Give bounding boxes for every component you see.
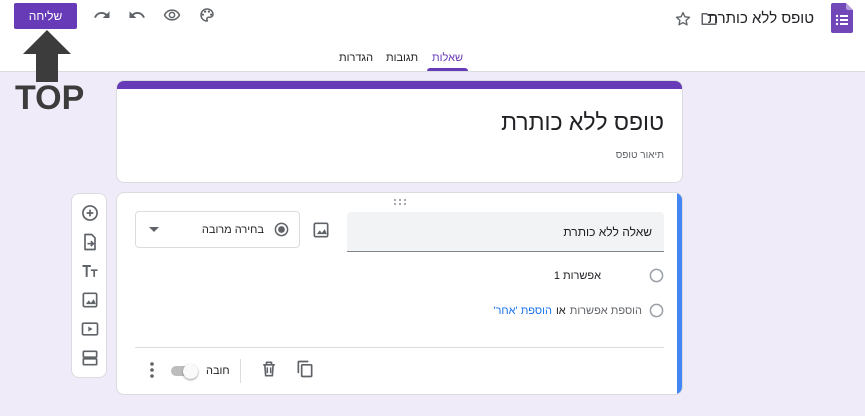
forms-logo-icon[interactable] [831, 3, 853, 33]
drag-handle-icon[interactable] [393, 198, 407, 206]
form-title[interactable]: טופס ללא כותרת [501, 109, 664, 136]
preview-eye-icon[interactable] [162, 5, 182, 25]
question-title-text: שאלה ללא כותרת [563, 225, 652, 239]
app-title[interactable]: טופס ללא כותרת [708, 10, 814, 27]
question-card[interactable]: שאלה ללא כותרת בחירה מרובה אפשרות 1 הוספ… [116, 192, 683, 395]
add-image-icon[interactable] [80, 290, 100, 310]
question-footer-divider [135, 347, 664, 348]
tab-settings[interactable]: הגדרות [339, 52, 373, 64]
redo-icon[interactable] [92, 5, 112, 25]
question-side-toolbar [71, 193, 107, 378]
tab-questions[interactable]: שאלות [432, 52, 463, 64]
arrow-up-icon [23, 30, 71, 82]
option-radio-icon [649, 268, 664, 283]
palette-icon[interactable] [197, 5, 217, 25]
add-other-link[interactable]: הוספת 'אחר' [493, 305, 552, 317]
question-type-label: בחירה מרובה [201, 224, 264, 236]
add-option-row: הוספת אפשרות אוהוספת 'אחר' [493, 305, 642, 317]
question-title-input[interactable]: שאלה ללא כותרת [347, 212, 664, 252]
send-button[interactable]: שליחה [14, 3, 77, 29]
toggle-knob [183, 364, 198, 379]
delete-trash-icon[interactable] [259, 359, 279, 379]
footer-vertical-divider [240, 359, 241, 383]
app-header: שליחה טופס ללא כותרת שאלות תגובות הגדרות [0, 0, 865, 72]
required-label: חובה [206, 365, 230, 377]
add-question-icon[interactable] [80, 203, 100, 223]
question-type-dropdown[interactable]: בחירה מרובה [135, 211, 300, 248]
focus-accent-bar [677, 193, 682, 394]
add-video-icon[interactable] [80, 319, 100, 339]
or-label: או [555, 305, 566, 317]
option-1-label[interactable]: אפשרות 1 [554, 270, 601, 282]
add-option-link[interactable]: הוספת אפשרות [570, 305, 642, 317]
form-title-card: טופס ללא כותרת תיאור טופס [116, 80, 683, 183]
active-tab-indicator [427, 68, 468, 71]
import-questions-icon[interactable] [80, 232, 100, 252]
undo-icon[interactable] [127, 5, 147, 25]
required-toggle[interactable] [171, 364, 199, 379]
add-image-to-question-icon[interactable] [311, 220, 331, 240]
dropdown-caret-icon [149, 227, 159, 232]
title-card-accent-band [117, 81, 682, 89]
top-annotation-label: TOP [15, 79, 85, 117]
more-options-icon[interactable] [147, 360, 157, 380]
tab-responses[interactable]: תגובות [386, 52, 418, 64]
radio-button-checked-icon [274, 222, 289, 237]
form-description-field[interactable]: תיאור טופס [616, 150, 664, 161]
duplicate-icon[interactable] [295, 359, 315, 379]
add-title-icon[interactable] [80, 261, 100, 281]
add-section-icon[interactable] [80, 348, 100, 368]
star-icon[interactable] [673, 9, 693, 29]
add-option-radio-icon [649, 303, 664, 318]
